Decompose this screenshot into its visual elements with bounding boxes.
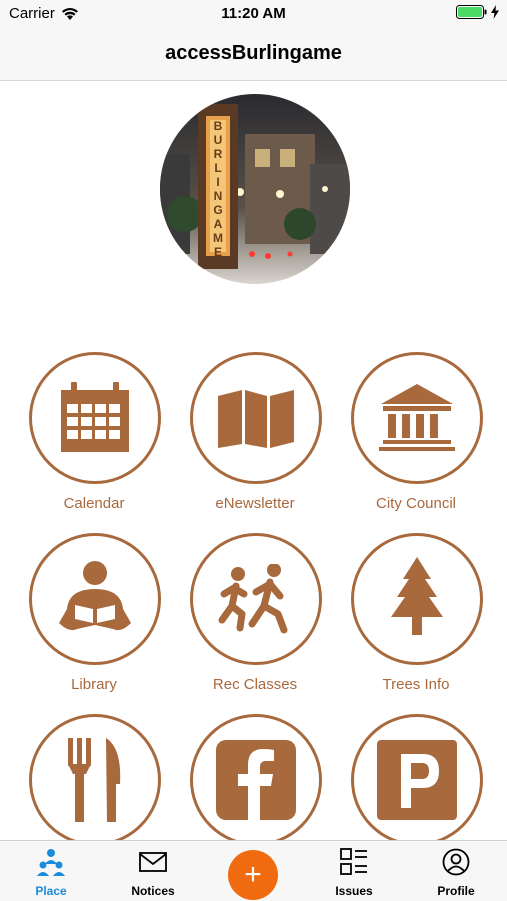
charging-icon (491, 5, 499, 19)
tab-notices[interactable]: Notices (103, 841, 203, 901)
grid-item-trees-info[interactable]: Trees Info (336, 533, 496, 708)
facebook-icon (216, 740, 296, 820)
grid-circle[interactable] (351, 352, 483, 484)
tab-label: Notices (131, 884, 175, 898)
grid-label: City Council (375, 495, 457, 512)
tree-icon (391, 557, 443, 635)
grid-circle[interactable] (29, 352, 161, 484)
grid-circle[interactable] (29, 714, 161, 846)
hero-photo-illustration: BURLINGAME (160, 94, 350, 284)
grid-item-library[interactable]: Library (14, 533, 174, 708)
grid-label: Rec Classes (212, 676, 298, 693)
grid-circle[interactable] (190, 352, 322, 484)
status-time: 11:20 AM (221, 5, 286, 22)
place-icon (37, 849, 65, 876)
tab-bar: Place Notices + Issues Profile (0, 840, 507, 901)
grid-circle[interactable] (190, 714, 322, 846)
reading-person-icon (59, 561, 131, 631)
grid-item-rec-classes[interactable]: Rec Classes (175, 533, 335, 708)
map-icon (218, 390, 294, 448)
status-bar: Carrier 11:20 AM (0, 0, 507, 28)
nav-bar: accessBurlingame (0, 28, 507, 81)
grid-circle[interactable] (351, 714, 483, 846)
grid-label: eNewsletter (215, 495, 295, 512)
grid-label: Calendar (63, 495, 125, 512)
parking-icon (377, 740, 457, 820)
envelope-icon (139, 852, 167, 872)
tab-issues[interactable]: Issues (304, 841, 404, 901)
status-right (456, 5, 499, 19)
issues-icon (340, 848, 367, 875)
page-title: accessBurlingame (165, 42, 342, 64)
fork-knife-icon (68, 738, 121, 822)
grid-item-city-council[interactable]: City Council (336, 352, 496, 527)
grid-label: Library (71, 676, 117, 693)
tab-label: Profile (437, 884, 475, 898)
running-kids-icon (218, 564, 288, 634)
plus-icon: + (244, 858, 262, 891)
grid-circle[interactable] (351, 533, 483, 665)
grid-label: Trees Info (382, 676, 450, 693)
grid-circle[interactable] (190, 533, 322, 665)
add-button[interactable]: + (228, 850, 278, 900)
grid-item-enewsletter[interactable]: eNewsletter (175, 352, 335, 527)
profile-icon (442, 848, 470, 876)
tab-label: Place (35, 884, 67, 898)
battery-icon (456, 5, 487, 19)
hero-image: BURLINGAME (160, 94, 350, 284)
calendar-icon (61, 382, 129, 452)
grid-circle[interactable] (29, 533, 161, 665)
grid-item-calendar[interactable]: Calendar (14, 352, 174, 527)
tab-place[interactable]: Place (1, 841, 101, 901)
tab-label: Issues (335, 884, 373, 898)
sign-letters: BURLINGAME (213, 119, 223, 259)
tab-profile[interactable]: Profile (406, 841, 506, 901)
city-hall-icon (379, 384, 455, 451)
